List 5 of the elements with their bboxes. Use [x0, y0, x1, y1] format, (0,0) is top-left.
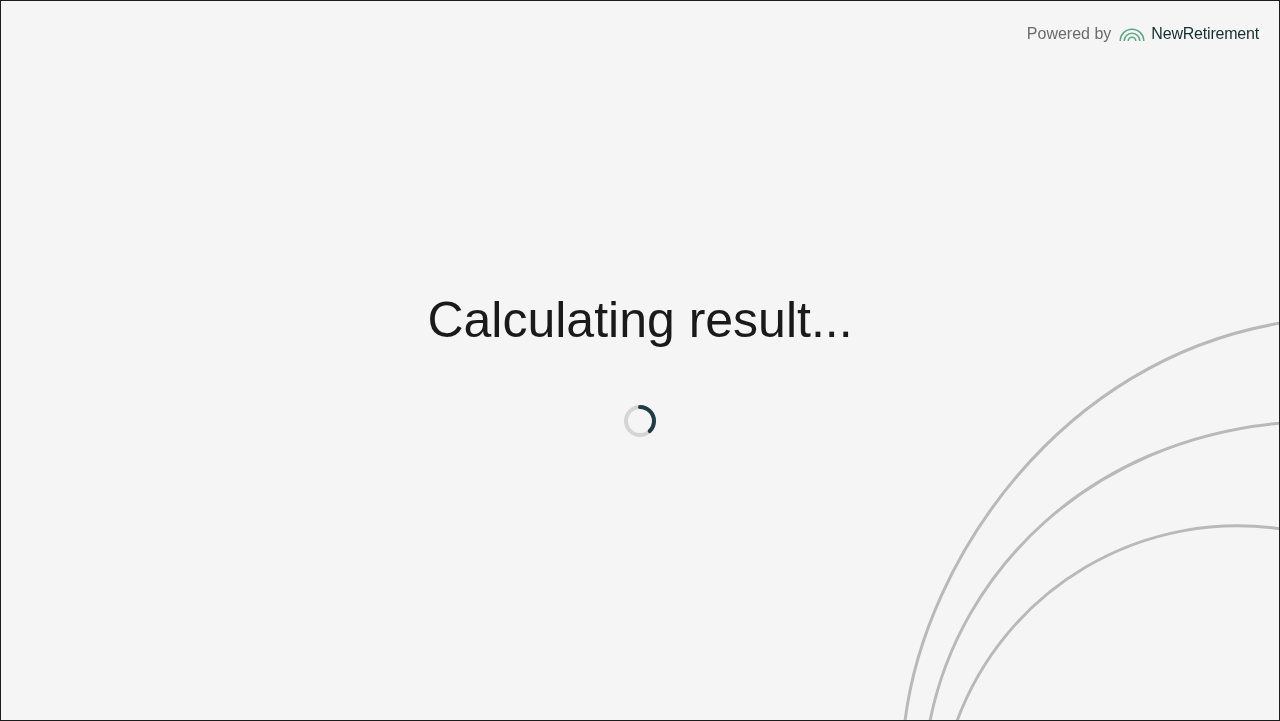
powered-by-label: Powered by — [1026, 24, 1112, 44]
loading-spinner-icon — [624, 405, 656, 437]
rainbow-logo-icon — [1119, 27, 1146, 41]
brand-name: NewRetirement — [1151, 24, 1259, 44]
loading-message: Calculating result... — [427, 291, 853, 350]
